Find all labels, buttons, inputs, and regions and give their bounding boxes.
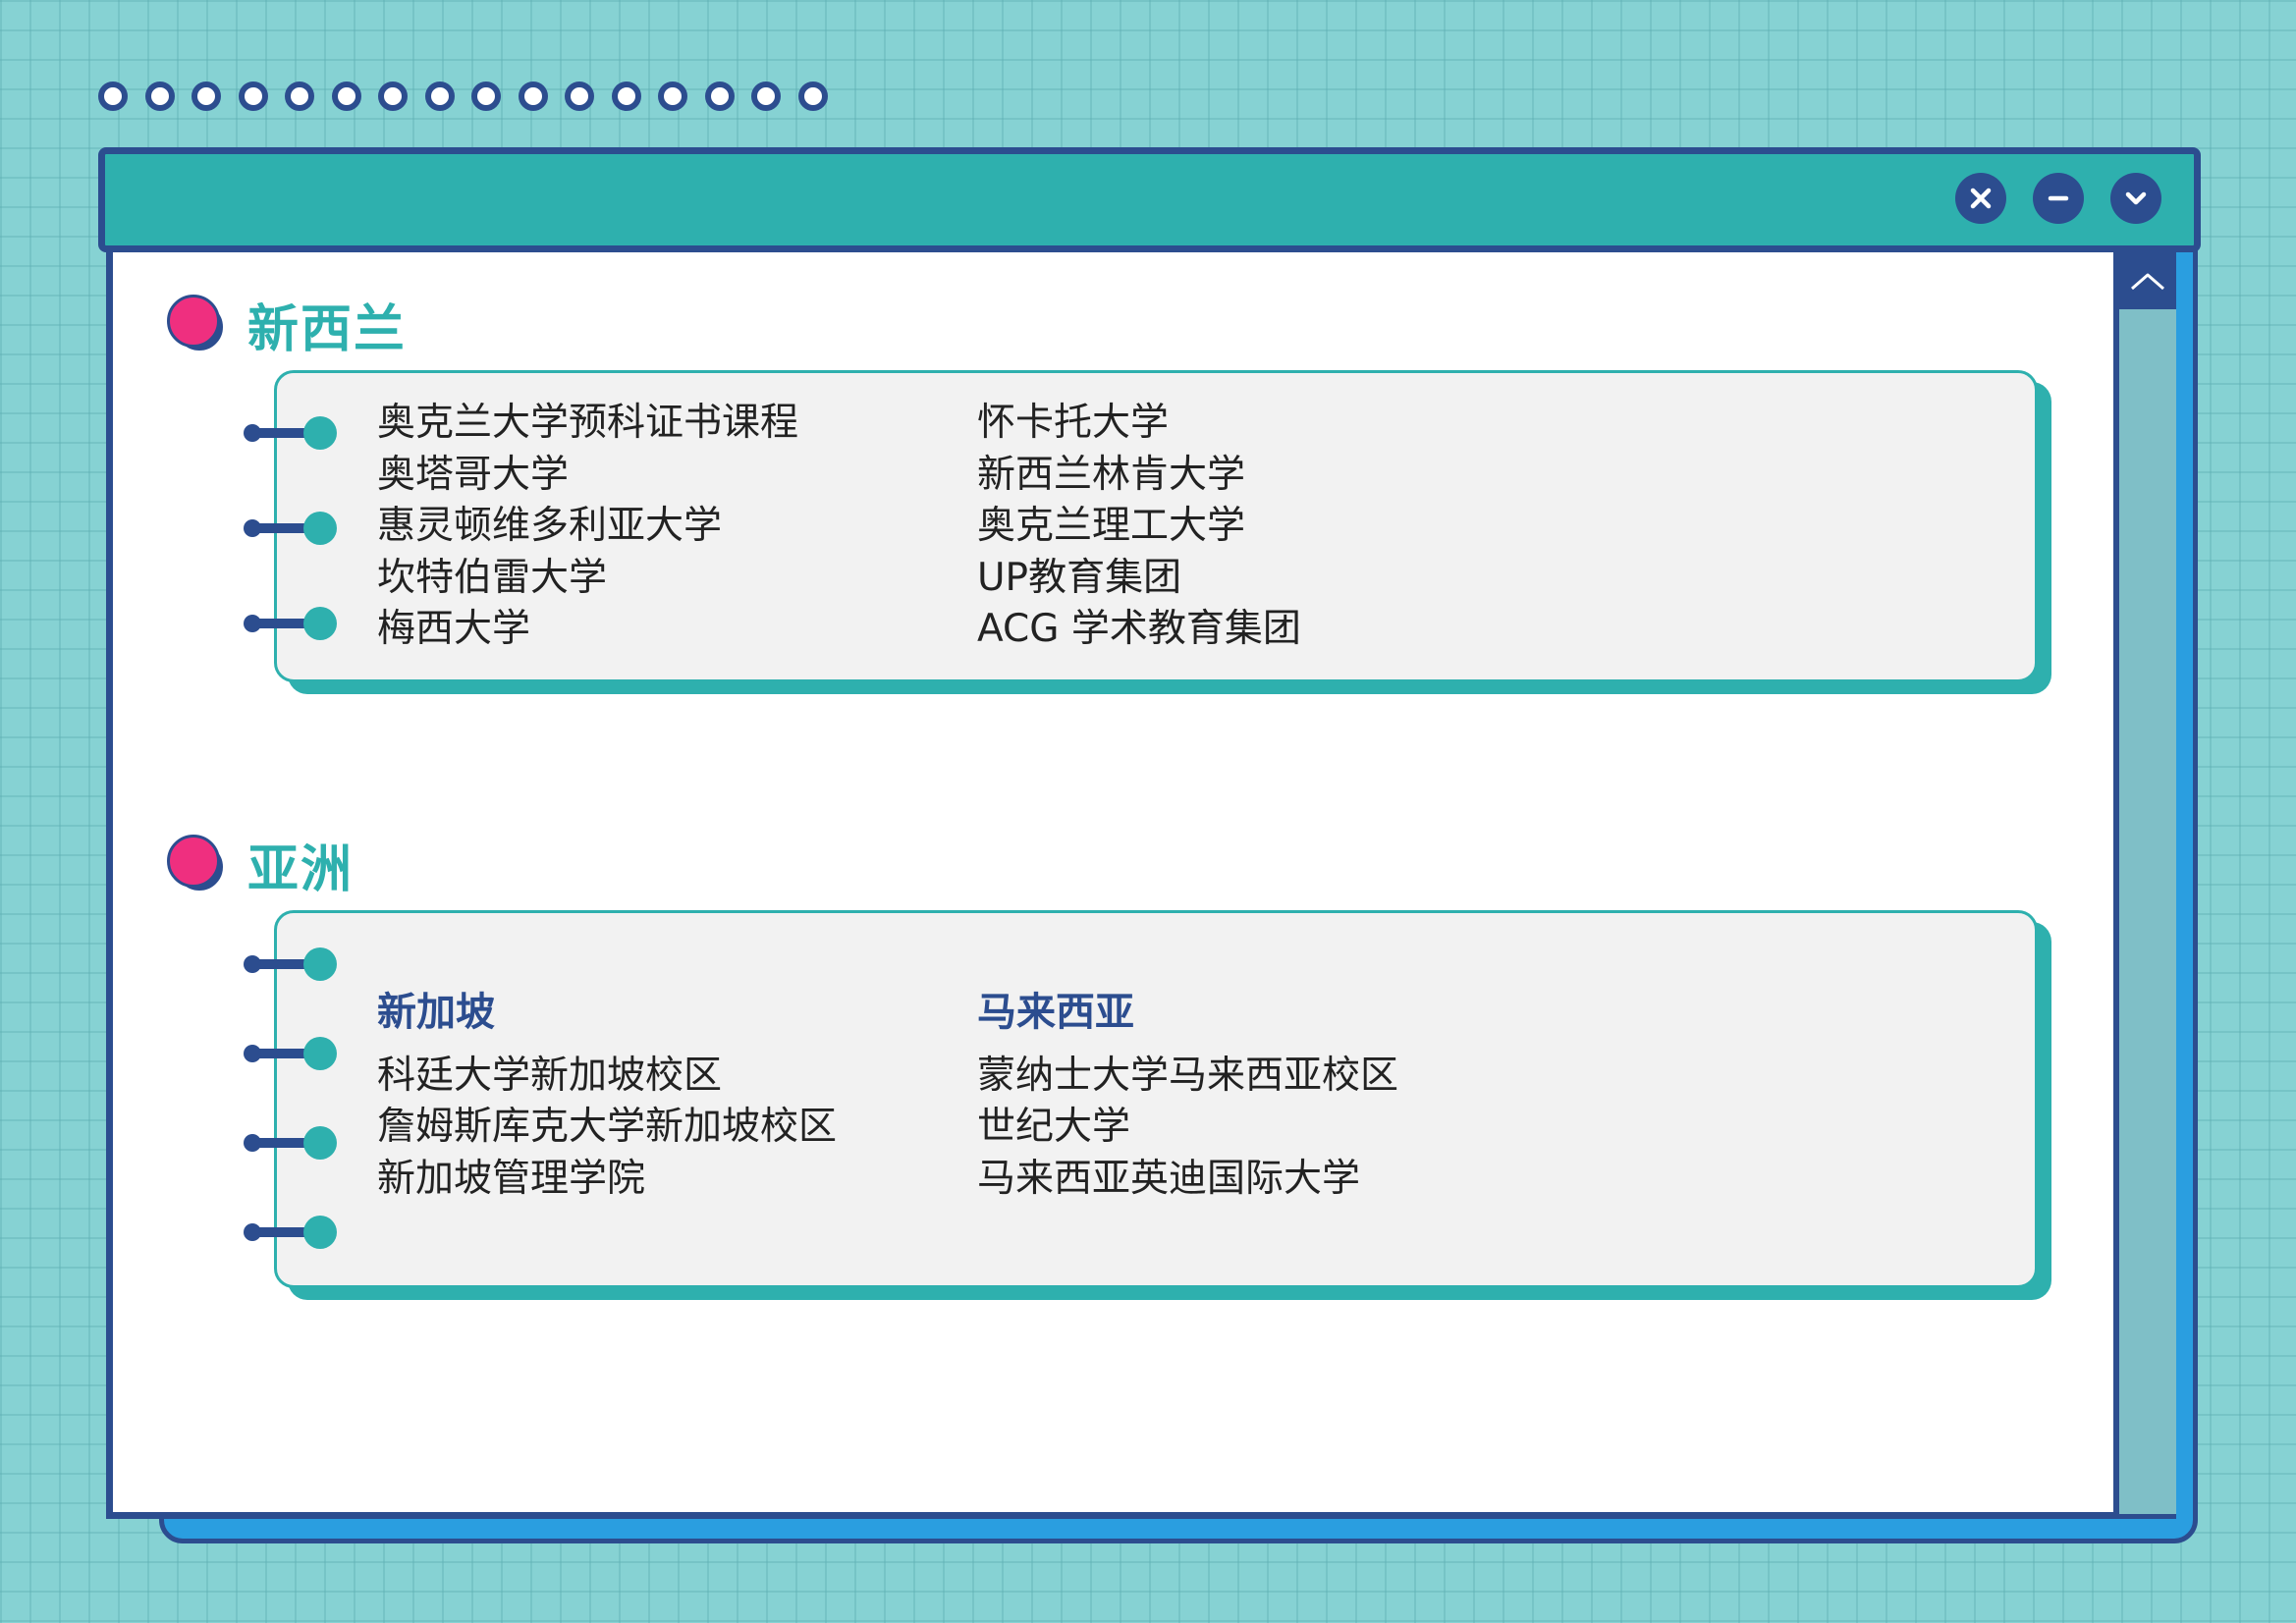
section-title: 亚洲 <box>247 840 355 899</box>
list-item: 詹姆斯库克大学新加坡校区 <box>377 1105 838 1149</box>
list-item: UP教育集团 <box>977 555 1182 600</box>
list-item: 坎特伯雷大学 <box>377 555 608 600</box>
ring <box>797 81 828 111</box>
bullet-dot-icon <box>167 834 228 895</box>
list-item: 奥塔哥大学 <box>377 452 570 497</box>
ring <box>191 81 221 111</box>
bullet-dot-icon <box>167 294 228 355</box>
binder-rings <box>98 81 828 111</box>
ring <box>378 81 408 111</box>
close-icon <box>1970 188 1992 209</box>
list-item: ACG 学术教育集团 <box>977 607 1301 651</box>
ring <box>424 81 455 111</box>
chevron-up-icon <box>2131 273 2164 291</box>
section-header-asia: 亚洲 <box>167 828 354 901</box>
ring <box>331 81 361 111</box>
list-item: 奥克兰理工大学 <box>977 504 1246 548</box>
list-item: 科廷大学新加坡校区 <box>377 1053 723 1098</box>
spiral-ring <box>244 1216 337 1249</box>
ring <box>285 81 314 111</box>
list-item: 新加坡管理学院 <box>377 1156 646 1201</box>
spiral-ring <box>244 1037 337 1070</box>
card-nz: 奥克兰大学预科证书课程 奥塔哥大学 惠灵顿维多利亚大学 坎特伯雷大学 梅西大学 … <box>274 370 2051 694</box>
list-item: 新西兰林肯大学 <box>977 452 1246 497</box>
ring <box>238 81 268 111</box>
minus-icon <box>2048 195 2069 201</box>
list-item: 梅西大学 <box>377 607 531 651</box>
university-list-right: 怀卡托大学 新西兰林肯大学 奥克兰理工大学 UP教育集团 ACG 学术教育集团 <box>977 398 1301 656</box>
close-button[interactable] <box>1955 173 2006 224</box>
ring <box>704 81 735 111</box>
ring <box>658 81 687 111</box>
list-item: 惠灵顿维多利亚大学 <box>377 504 723 548</box>
spiral-ring <box>244 1126 337 1160</box>
list-item: 怀卡托大学 <box>977 401 1170 445</box>
chevron-down-icon <box>2125 191 2147 205</box>
scroll-up-button[interactable] <box>2119 252 2176 309</box>
ring <box>144 81 175 111</box>
spiral-ring <box>244 416 337 450</box>
region-heading: 新加坡 <box>377 990 495 1035</box>
window-titlebar <box>98 147 2201 252</box>
ring <box>751 81 781 111</box>
list-item: 世纪大学 <box>977 1105 1131 1149</box>
section-header-nz: 新西兰 <box>167 288 407 361</box>
spiral-ring <box>244 607 337 640</box>
card-asia: 新加坡 科廷大学新加坡校区 詹姆斯库克大学新加坡校区 新加坡管理学院 马来西亚 … <box>274 910 2051 1300</box>
ring <box>471 81 501 111</box>
ring <box>565 81 594 111</box>
region-heading: 马来西亚 <box>977 990 1134 1035</box>
list-item: 蒙纳士大学马来西亚校区 <box>977 1053 1399 1098</box>
spiral-ring <box>244 947 337 981</box>
university-list-malaysia: 马来西亚 蒙纳士大学马来西亚校区 世纪大学 马来西亚英迪国际大学 <box>977 987 1398 1205</box>
spiral-ring <box>244 512 337 545</box>
ring <box>611 81 641 111</box>
ring <box>518 81 548 111</box>
list-item: 奥克兰大学预科证书课程 <box>377 401 799 445</box>
dropdown-button[interactable] <box>2110 173 2161 224</box>
university-list-singapore: 新加坡 科廷大学新加坡校区 詹姆斯库克大学新加坡校区 新加坡管理学院 <box>377 987 837 1205</box>
scrollbar[interactable] <box>2113 252 2176 1514</box>
list-item: 马来西亚英迪国际大学 <box>977 1156 1361 1201</box>
section-title: 新西兰 <box>247 300 408 359</box>
ring <box>98 81 128 111</box>
university-list-left: 奥克兰大学预科证书课程 奥塔哥大学 惠灵顿维多利亚大学 坎特伯雷大学 梅西大学 <box>377 398 798 656</box>
minimize-button[interactable] <box>2033 173 2084 224</box>
